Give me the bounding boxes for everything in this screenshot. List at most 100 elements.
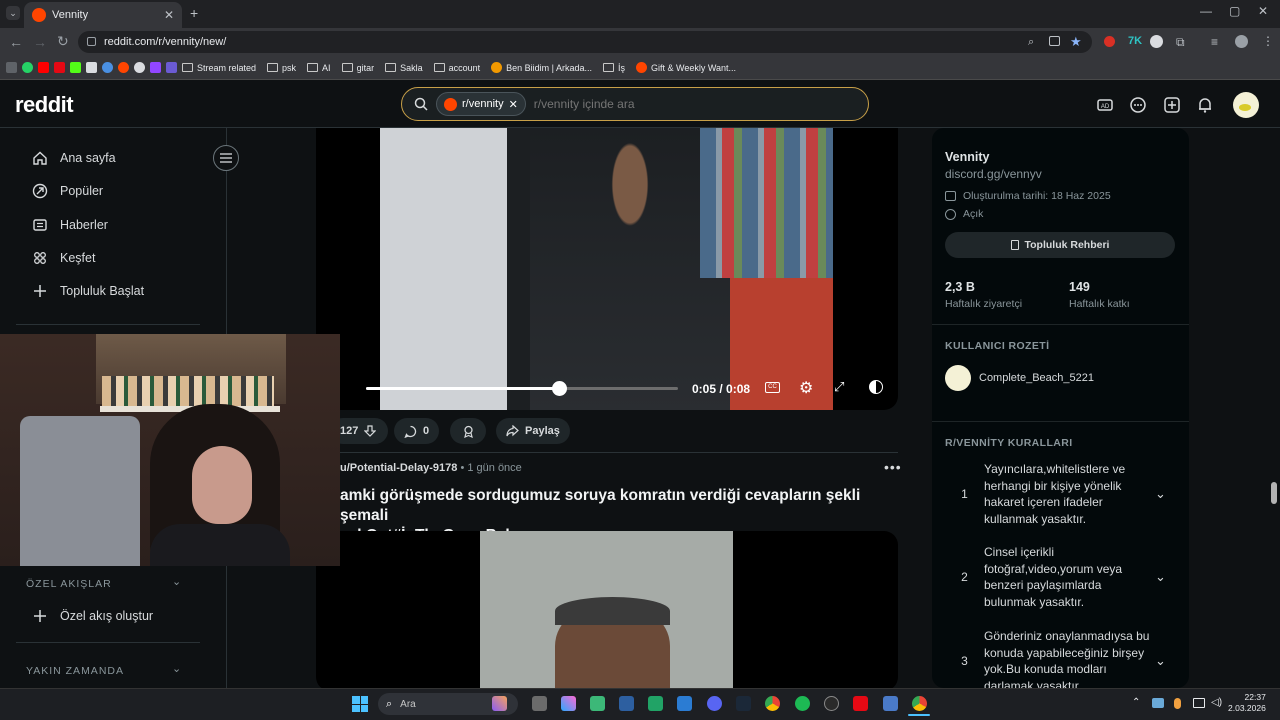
youtube-icon[interactable] [38,62,49,73]
subreddit-search-chip[interactable]: r/vennity ✕ [436,92,526,116]
app-icon[interactable] [590,696,605,711]
notification-bell-icon[interactable] [1196,96,1214,114]
windows-start-icon[interactable] [352,696,368,712]
fullscreen-icon[interactable]: ⤢ [834,379,844,395]
reddit-logo[interactable]: reddit [15,92,74,118]
new-tab-button[interactable]: + [190,5,198,21]
display-icon[interactable] [1193,698,1205,708]
page-scrollbar[interactable] [1271,482,1277,504]
discord-icon[interactable] [707,696,722,711]
extensions-puzzle-icon[interactable]: ⧉ [1176,35,1185,50]
app-icon[interactable] [619,696,634,711]
forward-icon[interactable]: → [33,34,47,50]
post-video-player[interactable]: 0:05 / 0:08 CC ⚙ ⤢ [316,128,898,410]
minimize-button[interactable]: — [1200,4,1212,18]
address-bar[interactable]: reddit.com/r/vennity/new/ [78,31,1092,53]
microphone-icon[interactable] [1174,698,1181,709]
sidebar-item-explore[interactable]: Keşfet [32,250,95,266]
reddit-icon[interactable] [118,62,129,73]
sidebar-item-home[interactable]: Ana sayfa [32,150,116,166]
widgets-icon[interactable] [492,696,507,711]
bookmark-site-icon[interactable] [86,62,97,73]
zoom-icon[interactable]: ⌕ [1028,36,1034,49]
extension-icon[interactable]: 7K [1128,35,1142,47]
github-icon[interactable] [134,62,145,73]
chrome-icon[interactable] [912,696,927,711]
rule-item[interactable]: 2 Cinsel içerikli fotoğraf,video,yorum v… [945,544,1175,610]
whatsapp-icon[interactable] [22,62,33,73]
bookmark-folder[interactable]: gitar [341,63,374,73]
netflix-icon[interactable] [54,62,65,73]
bookmark-folder[interactable]: AI [307,63,331,73]
post-author[interactable]: u/Potential-Delay-9178 [340,462,457,474]
comments-button[interactable]: 0 [394,418,440,444]
copilot-icon[interactable] [561,696,576,711]
search-input[interactable] [533,97,834,111]
chrome-menu-icon[interactable]: ⋮ [1262,34,1274,48]
tab-search-button[interactable]: ⌄ [6,6,20,20]
bookmark-site-icon[interactable] [102,62,113,73]
sidebar-item-news[interactable]: Haberler [32,217,108,233]
custom-feeds-header[interactable]: ÖZEL AKIŞLAR [26,578,112,590]
chevron-down-icon[interactable]: ⌄ [172,662,181,675]
browser-tab[interactable]: Vennity ✕ [24,2,182,28]
maximize-button[interactable]: ▢ [1229,4,1240,18]
community-link[interactable]: discord.gg/vennyv [945,167,1042,181]
search-bar[interactable]: r/vennity ✕ [401,87,869,121]
steam-icon[interactable] [736,696,751,711]
bookmark-site-icon[interactable] [166,62,177,73]
apps-icon[interactable] [6,62,17,73]
spotify-icon[interactable] [795,696,810,711]
post-video-player[interactable] [316,531,898,691]
bookmark-star-icon[interactable]: ★ [1070,34,1082,50]
tray-steam-icon[interactable] [1152,698,1164,708]
volume-icon[interactable]: ◁) [1211,697,1222,708]
settings-gear-icon[interactable]: ⚙ [799,378,813,398]
create-post-icon[interactable] [1163,96,1181,114]
netflix-icon[interactable] [853,696,868,711]
downvote-icon[interactable] [364,425,377,437]
install-app-icon[interactable] [1049,36,1060,46]
bookmark-link[interactable]: Ben Biidim | Arkada... [491,62,592,73]
community-guide-button[interactable]: Topluluk Rehberi [945,232,1175,258]
bookmark-folder[interactable]: Sakla [385,63,423,73]
rule-item[interactable]: 1 Yayıncılara,whitelistlere ve herhangi … [945,461,1175,527]
kick-icon[interactable] [70,62,81,73]
user-badge[interactable]: Complete_Beach_5221 [945,365,1094,391]
chrome-icon[interactable] [765,696,780,711]
chip-remove-icon[interactable]: ✕ [509,98,518,111]
chat-icon[interactable] [1129,96,1147,114]
word-icon[interactable] [677,696,692,711]
collapse-nav-button[interactable] [213,145,239,171]
profile-extension-icon[interactable] [1150,35,1163,48]
bookmark-folder[interactable]: Stream related [182,63,256,73]
bookmark-folder[interactable]: psk [267,63,296,73]
sidebar-item-popular[interactable]: Popüler [32,183,103,199]
volume-icon[interactable] [869,380,883,394]
captions-icon[interactable]: CC [765,382,780,393]
user-avatar[interactable] [1233,92,1259,118]
close-window-button[interactable]: ✕ [1258,4,1268,18]
reload-icon[interactable]: ↻ [57,33,69,50]
back-icon[interactable]: ← [9,34,23,50]
profile-avatar-icon[interactable] [1235,35,1248,48]
bookmark-link[interactable]: Gift & Weekly Want... [636,62,736,73]
bookmark-folder[interactable]: account [433,63,480,73]
advertise-icon[interactable]: AD [1096,96,1114,114]
excel-icon[interactable] [648,696,663,711]
system-clock[interactable]: 22:37 2.03.2026 [1228,692,1266,714]
reading-list-icon[interactable]: ≡ [1211,35,1218,49]
app-icon[interactable] [824,696,839,711]
tray-overflow-icon[interactable]: ⌃ [1132,697,1140,708]
share-button[interactable]: Paylaş [496,418,570,444]
sidebar-item-start-community[interactable]: Topluluk Başlat [32,283,144,299]
bookmark-folder[interactable]: İş [603,63,625,73]
post-options-icon[interactable]: ••• [884,459,902,475]
site-info-icon[interactable] [87,37,96,46]
video-progress-bar[interactable] [366,387,678,390]
rule-item[interactable]: 3 Gönderiniz onaylanmadıysa bu konuda ya… [945,628,1175,688]
twitch-icon[interactable] [150,62,161,73]
award-button[interactable] [450,418,486,444]
app-icon[interactable] [883,696,898,711]
recent-header[interactable]: YAKIN ZAMANDA [26,665,124,677]
